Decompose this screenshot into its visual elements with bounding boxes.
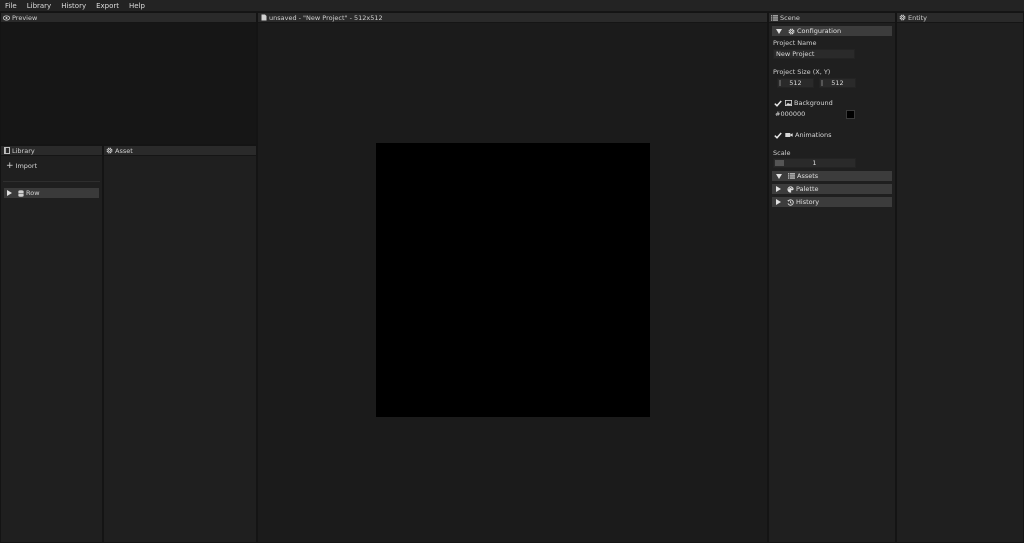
library-panel: Library + Import Row [0, 145, 103, 543]
menu-file[interactable]: File [0, 0, 22, 12]
scene-header: Scene [769, 13, 895, 23]
gear-icon [788, 28, 795, 35]
viewport-title: unsaved - "New Project" - 512x512 [269, 13, 383, 22]
video-camera-icon [785, 132, 793, 138]
assets-label: Assets [797, 172, 819, 180]
project-size-y-input[interactable]: 512 [819, 78, 856, 88]
eye-icon [3, 14, 10, 21]
background-toggle[interactable]: Background [774, 98, 833, 108]
menu-export[interactable]: Export [91, 0, 124, 12]
menu-library[interactable]: Library [22, 0, 56, 12]
history-label: History [796, 198, 820, 206]
background-color-input[interactable]: #000000 [773, 110, 843, 120]
project-name-input[interactable]: New Project [773, 49, 855, 59]
palette-icon [787, 185, 794, 193]
project-size-y-value: 512 [831, 79, 844, 87]
viewport-header: unsaved - "New Project" - 512x512 [258, 13, 767, 23]
entity-header: Entity [897, 13, 1023, 23]
project-name-label: Project Name [773, 39, 817, 47]
database-icon [18, 189, 24, 197]
list-icon [771, 14, 778, 21]
import-label: Import [15, 162, 38, 170]
viewport-area[interactable] [258, 23, 767, 542]
preview-area [1, 23, 256, 144]
assets-section-header[interactable]: Assets [772, 171, 892, 181]
library-row-label: Row [26, 189, 40, 197]
asset-body [104, 156, 256, 542]
library-row[interactable]: Row [4, 188, 99, 198]
menu-bar: File Library History Export Help [0, 0, 1024, 12]
background-label: Background [794, 99, 833, 107]
menu-history[interactable]: History [56, 0, 91, 12]
viewport-panel: unsaved - "New Project" - 512x512 [257, 12, 768, 543]
book-icon [3, 147, 10, 154]
palette-section-header[interactable]: Palette [772, 184, 892, 194]
background-color-swatch[interactable] [846, 110, 855, 119]
library-header: Library [1, 146, 102, 156]
entity-title: Entity [908, 13, 927, 22]
animations-toggle[interactable]: Animations [774, 130, 832, 140]
scene-title: Scene [780, 13, 800, 22]
list-icon [788, 173, 795, 179]
scale-label: Scale [773, 149, 791, 157]
drag-handle[interactable] [779, 80, 781, 86]
plus-icon: + [6, 161, 14, 171]
checkmark-icon[interactable] [774, 100, 782, 107]
image-icon [785, 100, 792, 106]
library-divider [3, 181, 100, 182]
gear-icon [106, 147, 113, 154]
collapse-arrow-icon[interactable] [776, 173, 782, 179]
import-button[interactable]: + Import [6, 161, 37, 171]
asset-panel: Asset [103, 145, 257, 543]
scale-value: 1 [812, 159, 817, 167]
asset-header: Asset [104, 146, 256, 156]
file-icon [260, 14, 267, 21]
expand-arrow-icon[interactable] [7, 190, 12, 196]
library-body: + Import Row [1, 156, 102, 542]
project-size-label: Project Size (X, Y) [773, 68, 831, 76]
scale-slider[interactable]: 1 [773, 158, 856, 168]
preview-header: Preview [1, 13, 256, 23]
collapse-arrow-icon[interactable] [776, 28, 782, 34]
scene-panel: Scene Configuration Project Name New Pro… [768, 12, 896, 543]
checkmark-icon[interactable] [774, 132, 782, 139]
entity-panel: Entity [896, 12, 1024, 543]
scene-body: Configuration Project Name New Project P… [769, 23, 895, 542]
project-size-x-input[interactable]: 512 [777, 78, 814, 88]
project-canvas[interactable] [376, 143, 650, 417]
expand-arrow-icon[interactable] [776, 199, 781, 205]
project-size-x-value: 512 [789, 79, 802, 87]
expand-arrow-icon[interactable] [776, 186, 781, 192]
drag-handle[interactable] [821, 80, 823, 86]
animations-label: Animations [795, 131, 832, 139]
library-title: Library [12, 146, 35, 155]
asset-title: Asset [115, 146, 133, 155]
configuration-section-header[interactable]: Configuration [772, 26, 892, 36]
palette-label: Palette [796, 185, 819, 193]
configuration-label: Configuration [797, 27, 842, 35]
history-section-header[interactable]: History [772, 197, 892, 207]
preview-panel: Preview [0, 12, 257, 145]
preview-title: Preview [12, 13, 38, 22]
slider-handle[interactable] [775, 160, 784, 166]
history-icon [787, 198, 794, 206]
gear-icon [899, 14, 906, 21]
menu-help[interactable]: Help [124, 0, 150, 12]
entity-body [897, 23, 1023, 542]
